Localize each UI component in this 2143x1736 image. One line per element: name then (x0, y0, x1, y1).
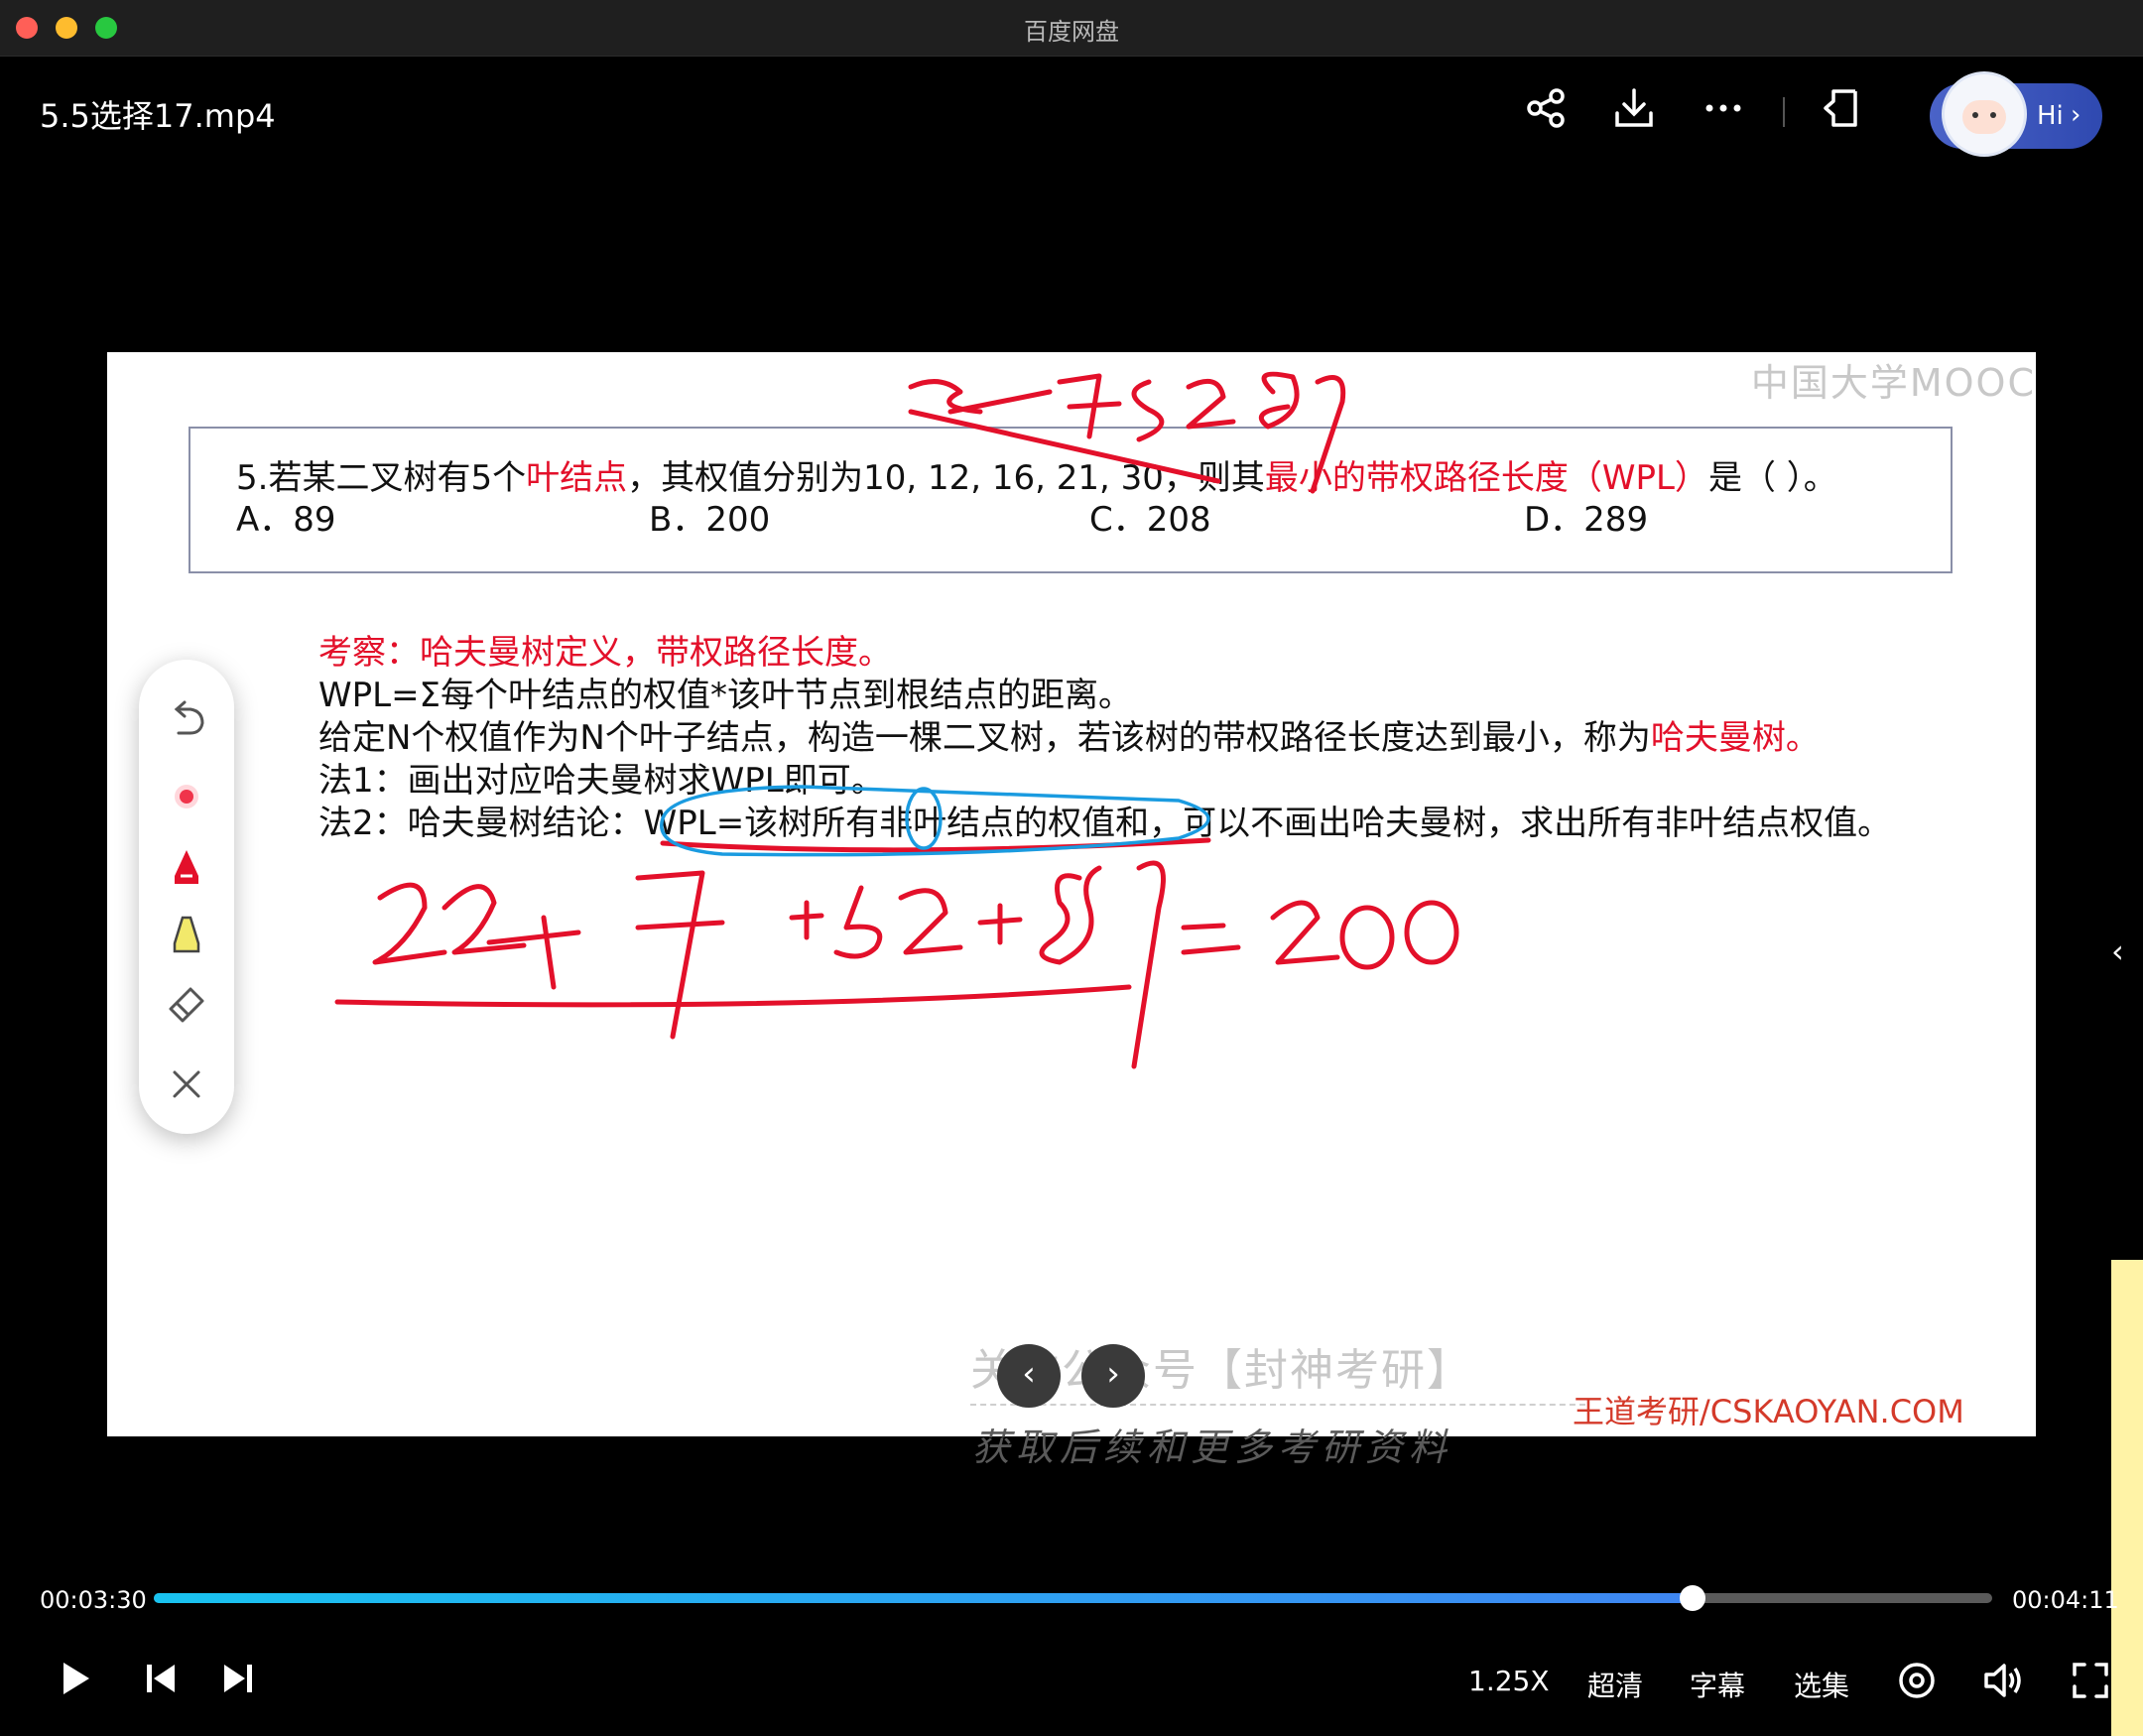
chevron-right-icon: › (1106, 1354, 1120, 1394)
next-video-button[interactable] (218, 1659, 258, 1702)
red-pen-icon[interactable] (157, 836, 216, 896)
ai-assistant-button[interactable]: Hi › (1930, 71, 2102, 157)
fullscreen-icon[interactable] (2069, 1659, 2112, 1706)
undo-icon[interactable] (157, 687, 216, 747)
current-time: 00:03:30 (40, 1586, 147, 1614)
chevron-right-icon: › (2071, 100, 2081, 130)
handwriting-annotation (334, 371, 1459, 1069)
download-icon[interactable] (1611, 85, 1657, 131)
video-file-title: 5.5选择17.mp4 (40, 97, 276, 135)
previous-video-button[interactable] (141, 1659, 181, 1702)
overlay-watermark: 获取后续和更多考研资料 (972, 1426, 1453, 1469)
play-button[interactable] (56, 1659, 95, 1702)
laser-pointer-icon[interactable] (157, 767, 216, 826)
next-page-button[interactable]: › (1081, 1344, 1145, 1408)
eraser-icon[interactable] (157, 973, 216, 1033)
episodes-button[interactable]: 选集 (1794, 1665, 1849, 1704)
assistant-avatar (1942, 71, 2027, 157)
side-panel-toggle[interactable]: ‹ (2111, 932, 2124, 970)
subtitles-button[interactable]: 字幕 (1690, 1665, 1745, 1704)
video-frame-slide: 中国大学MOOC 5.若某二叉树有5个叶结点，其权值分别为10, 12, 16,… (107, 352, 2036, 1436)
close-icon[interactable] (157, 1054, 216, 1114)
progress-bar[interactable] (154, 1585, 1992, 1611)
share-icon[interactable] (1523, 85, 1569, 131)
quality-button[interactable]: 超清 (1587, 1665, 1643, 1704)
chevron-left-icon: ‹ (1022, 1354, 1036, 1394)
progress-bar-fill (154, 1593, 1693, 1603)
display-settings-icon[interactable] (1895, 1659, 1939, 1706)
window-titlebar: 百度网盘 (0, 0, 2143, 57)
highlighter-icon[interactable] (157, 904, 216, 963)
assistant-label: Hi (2037, 101, 2064, 131)
toolbar-divider (1783, 97, 1785, 127)
picture-in-picture-icon[interactable] (1820, 85, 1865, 131)
app-title: 百度网盘 (1024, 18, 1119, 46)
prev-page-button[interactable]: ‹ (997, 1344, 1061, 1408)
more-icon[interactable] (1701, 85, 1746, 131)
progress-scrubber[interactable] (1679, 1585, 1705, 1611)
playback-speed-button[interactable]: 1.25X (1468, 1665, 1550, 1697)
total-duration: 00:04:11 (2012, 1586, 2119, 1614)
side-notice-panel[interactable] (2111, 1260, 2143, 1736)
volume-icon[interactable] (1980, 1659, 2026, 1706)
annotation-toolbar (139, 660, 234, 1134)
